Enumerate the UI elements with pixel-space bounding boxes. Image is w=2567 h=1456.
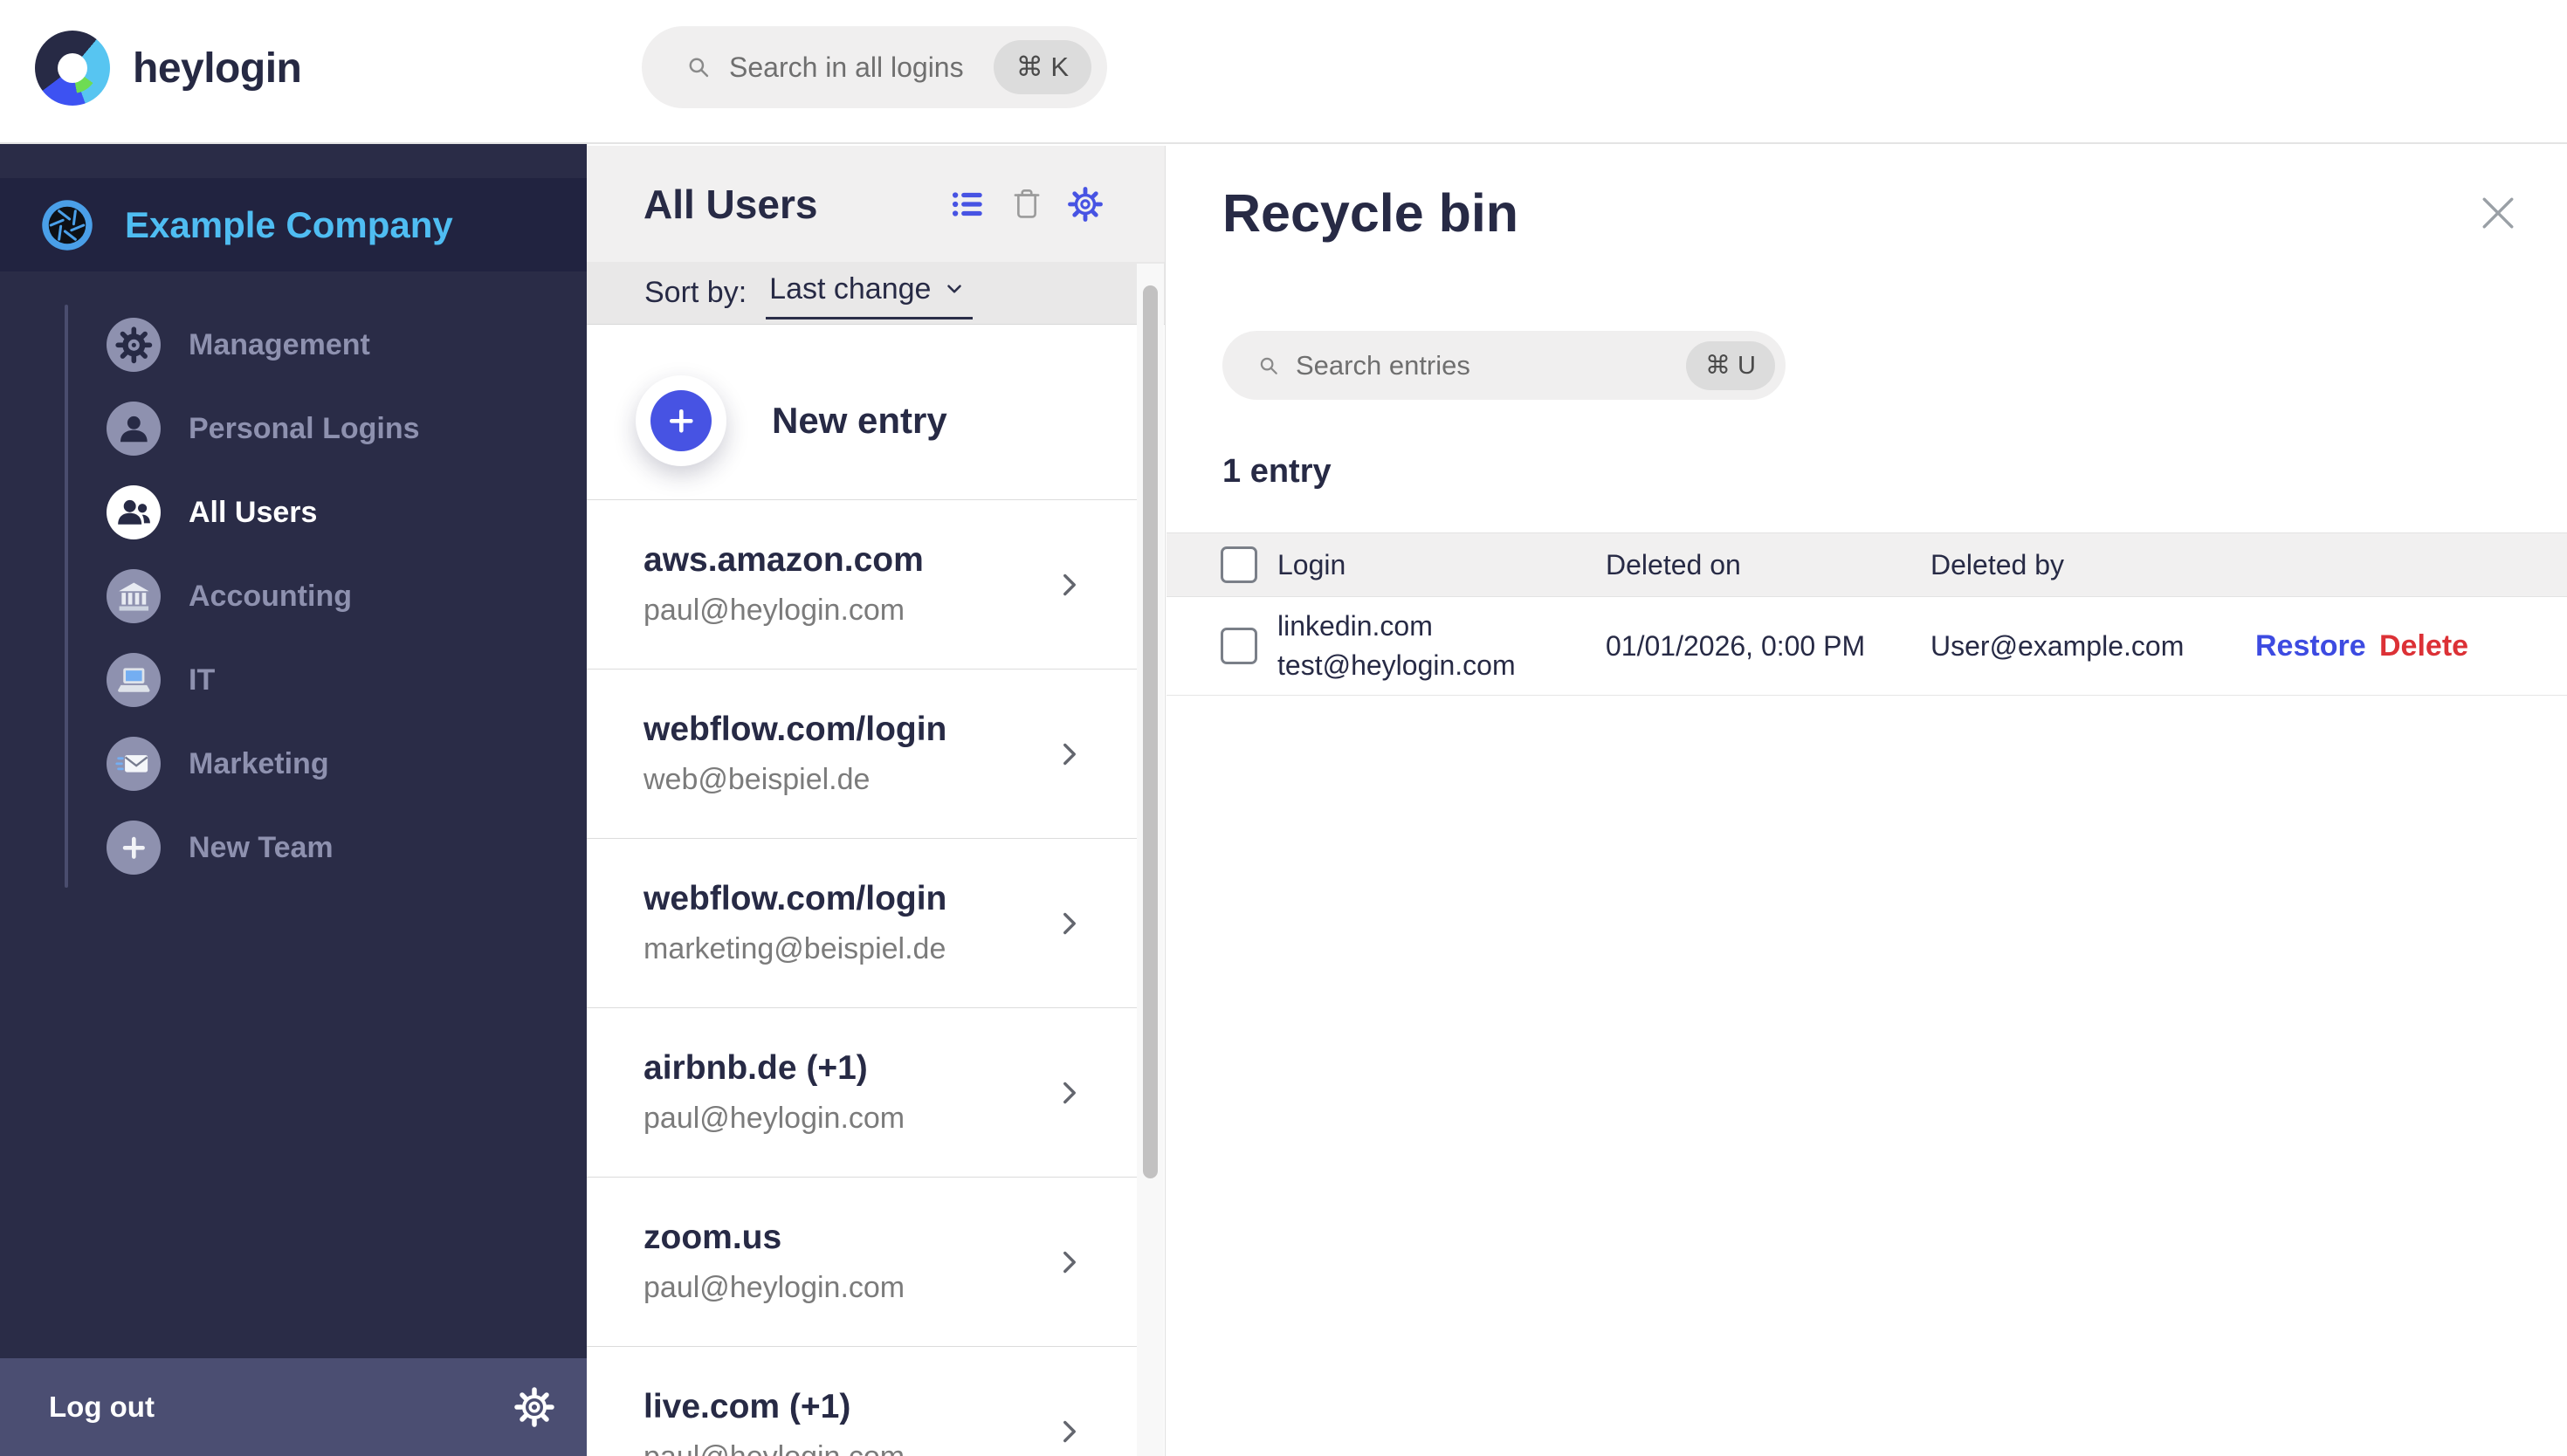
entry-count: 1 entry xyxy=(1222,453,1332,490)
chevron-right-icon xyxy=(1054,738,1085,770)
sidebar-item-icon xyxy=(107,402,161,456)
logout-button[interactable]: Log out xyxy=(49,1391,155,1424)
table-header: Login Deleted on Deleted by xyxy=(1167,532,2567,597)
sidebar-item-icon xyxy=(107,653,161,707)
company-avatar-icon xyxy=(41,199,93,251)
sidebar-item[interactable]: All Users xyxy=(0,470,587,554)
sidebar-item[interactable]: Personal Logins xyxy=(0,387,587,470)
deleted-on-cell: 01/01/2026, 0:00 PM xyxy=(1606,629,1866,662)
select-all-checkbox[interactable] xyxy=(1221,546,1257,583)
column-login: Login xyxy=(1277,548,1346,580)
sidebar-item-label: New Team xyxy=(189,830,334,864)
list-view-icon[interactable] xyxy=(950,186,987,223)
sort-select[interactable]: Last change xyxy=(766,267,974,319)
column-deleted-on: Deleted on xyxy=(1606,548,1741,580)
recycle-search-input[interactable]: Search entries ⌘ U xyxy=(1222,331,1786,400)
sidebar-item[interactable]: IT xyxy=(0,638,587,722)
login-entry[interactable]: webflow.com/login web@beispiel.de xyxy=(587,669,1138,838)
row-site: linkedin.com xyxy=(1277,610,1433,642)
table-row: linkedin.com test@heylogin.com 01/01/202… xyxy=(1167,597,2567,696)
sidebar-item-label: Management xyxy=(189,327,370,361)
sort-bar: Sort by: Last change xyxy=(587,262,1165,325)
column-deleted-by: Deleted by xyxy=(1930,548,2064,580)
panel-title: All Users xyxy=(643,181,818,227)
login-entry[interactable]: live.com (+1) paul@heylogin.com xyxy=(587,1346,1138,1456)
sidebar-item[interactable]: Accounting xyxy=(0,554,587,638)
top-header: heylogin Search in all logins ⌘ K xyxy=(0,0,2567,144)
search-icon xyxy=(684,52,713,82)
company-switcher[interactable]: Example Company xyxy=(0,178,587,271)
row-user: test@heylogin.com xyxy=(1277,649,1516,681)
sort-value: Last change xyxy=(769,271,932,306)
heylogin-logo-icon xyxy=(35,31,110,106)
recycle-bin-panel: Recycle bin Search entries ⌘ U 1 entry L… xyxy=(1167,146,2567,1456)
brand[interactable]: heylogin xyxy=(35,31,302,106)
sidebar-item-icon xyxy=(107,737,161,791)
sidebar-item-label: Personal Logins xyxy=(189,411,420,445)
login-entry[interactable]: airbnb.de (+1) paul@heylogin.com xyxy=(587,1007,1138,1177)
login-entry[interactable]: aws.amazon.com paul@heylogin.com xyxy=(587,499,1138,669)
sort-label: Sort by: xyxy=(644,276,747,309)
sidebar-item-icon xyxy=(107,569,161,623)
logins-panel: All Users Sort by: Last change New entry xyxy=(587,146,1166,1456)
row-checkbox[interactable] xyxy=(1221,628,1257,664)
scrollbar-thumb[interactable] xyxy=(1143,285,1158,1178)
global-search-input[interactable]: Search in all logins ⌘ K xyxy=(642,26,1107,108)
settings-gear-icon[interactable] xyxy=(513,1386,555,1428)
brand-name: heylogin xyxy=(133,45,302,92)
logins-panel-header: All Users xyxy=(587,146,1165,262)
recycle-search-placeholder: Search entries xyxy=(1296,349,1470,381)
panel-actions xyxy=(950,186,1104,223)
entries: aws.amazon.com paul@heylogin.com webflow… xyxy=(587,499,1138,1456)
sidebar-item-icon xyxy=(107,318,161,372)
chevron-right-icon xyxy=(1054,1077,1085,1109)
recycle-search-shortcut-badge: ⌘ U xyxy=(1686,340,1775,390)
sidebar-item-label: IT xyxy=(189,663,216,697)
heylogin-app: heylogin Search in all logins ⌘ K Exampl… xyxy=(0,0,2567,1456)
login-entry[interactable]: zoom.us paul@heylogin.com xyxy=(587,1177,1138,1346)
search-shortcut-badge: ⌘ K xyxy=(993,40,1091,94)
trash-icon[interactable] xyxy=(1008,186,1045,223)
sidebar-item[interactable]: Management xyxy=(0,303,587,387)
sidebar: Example Company Management Personal Logi… xyxy=(0,144,587,1456)
company-name: Example Company xyxy=(125,203,453,245)
sidebar-item[interactable]: New Team xyxy=(0,806,587,889)
login-cell: linkedin.com test@heylogin.com xyxy=(1277,607,1606,685)
delete-link[interactable]: Delete xyxy=(2379,629,2567,663)
logout-bar: Log out xyxy=(0,1358,587,1456)
search-icon xyxy=(1256,353,1282,379)
login-entry[interactable]: webflow.com/login marketing@beispiel.de xyxy=(587,838,1138,1007)
global-search-placeholder: Search in all logins xyxy=(729,51,964,83)
gear-icon[interactable] xyxy=(1067,186,1104,223)
chevron-right-icon xyxy=(1054,569,1085,601)
new-entry-plus-icon xyxy=(636,375,726,466)
chevron-right-icon xyxy=(1054,1247,1085,1278)
restore-link[interactable]: Restore xyxy=(2255,629,2379,663)
sidebar-item-icon xyxy=(107,821,161,875)
deleted-by-cell: User@example.com xyxy=(1930,629,2185,662)
login-list: New entry aws.amazon.com paul@heylogin.c… xyxy=(587,325,1138,1456)
new-entry-label: New entry xyxy=(772,400,947,441)
scrollbar-track[interactable] xyxy=(1137,264,1164,1456)
chevron-down-icon xyxy=(943,278,966,300)
new-entry-button[interactable]: New entry xyxy=(587,325,1138,499)
page-title: Recycle bin xyxy=(1222,183,1519,243)
close-icon[interactable] xyxy=(2474,189,2522,237)
table-body: linkedin.com test@heylogin.com 01/01/202… xyxy=(1167,597,2567,696)
sidebar-item-label: Accounting xyxy=(189,579,352,613)
sidebar-item[interactable]: Marketing xyxy=(0,722,587,806)
sidebar-item-icon xyxy=(107,485,161,539)
chevron-right-icon xyxy=(1054,1416,1085,1447)
chevron-right-icon xyxy=(1054,908,1085,939)
team-menu: Management Personal Logins All Users Acc… xyxy=(0,303,587,889)
sidebar-item-label: All Users xyxy=(189,495,318,529)
sidebar-item-label: Marketing xyxy=(189,746,329,780)
